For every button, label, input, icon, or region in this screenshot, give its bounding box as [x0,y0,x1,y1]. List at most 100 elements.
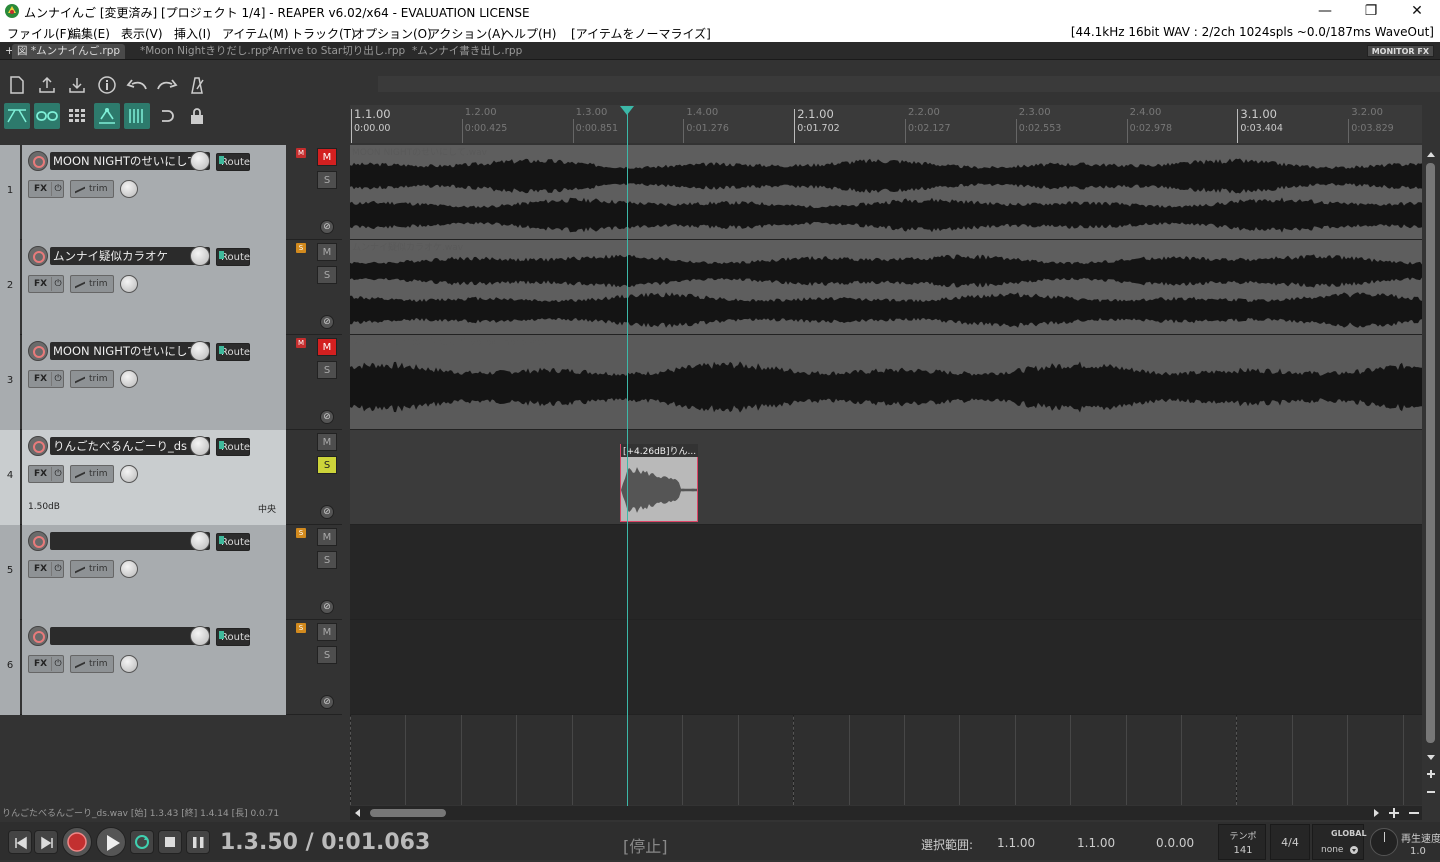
mute-button[interactable]: M [317,433,337,451]
route-button[interactable]: Route [216,533,250,551]
fx-bypass-icon[interactable]: ⏻ [51,467,64,481]
zoom-out-horizontal-icon[interactable] [1406,806,1422,820]
scroll-right-icon[interactable] [1370,806,1382,820]
phase-invert-button[interactable]: ⊘ [320,505,334,519]
fx-bypass-icon[interactable]: ⏻ [51,372,64,386]
pan-knob[interactable] [120,560,138,578]
zoom-in-vertical-icon[interactable] [1422,767,1440,781]
media-item[interactable]: ムンナイ疑似カラオケ.wav [350,240,1422,334]
track-header[interactable]: 2 ムンナイ疑似カラオケ Route FX ⏻ trim S M S ⊘ [0,240,342,335]
track-name-field[interactable]: MOON NIGHTのせいにして_ [50,342,210,360]
record-arm-button[interactable] [28,246,48,266]
zoom-in-horizontal-icon[interactable] [1386,806,1402,820]
tempo-box[interactable]: テンポ 141 [1218,824,1266,860]
track-envelope-indicator[interactable]: S [296,243,306,253]
ripple-edit-icon[interactable] [4,103,30,129]
solo-button[interactable]: S [317,266,337,284]
menu-view[interactable]: 表示(V) [121,25,163,42]
menu-track[interactable]: トラック(T) [291,25,356,42]
menu-help[interactable]: ヘルプ(H) [502,25,556,42]
track-panel[interactable]: ムンナイ疑似カラオケ Route FX ⏻ trim [22,240,286,335]
go-to-start-button[interactable] [8,830,32,854]
solo-button[interactable]: S [317,171,337,189]
mute-button[interactable]: M [317,623,337,641]
track-header[interactable]: 1 MOON NIGHTのせいにして Route FX ⏻ trim M M S ⊘ [0,145,342,240]
volume-knob[interactable] [190,341,210,361]
global-value[interactable]: none [1321,845,1343,855]
track-envelope-indicator[interactable]: M [296,338,306,348]
solo-button[interactable]: S [317,361,337,379]
track-lane[interactable]: MOON NIGHTのせいにして.wav [350,145,1422,240]
tab-project-2[interactable]: *Moon Nightきりだし.rpp [135,44,273,59]
track-lane[interactable] [350,620,1422,715]
trim-button[interactable]: trim [70,465,114,483]
vertical-scrollbar[interactable] [1422,145,1440,805]
redo-icon[interactable] [154,72,180,98]
new-project-icon[interactable] [4,72,30,98]
stop-button[interactable] [158,830,182,854]
track-number[interactable]: 5 [0,525,20,620]
track-header[interactable]: 3 MOON NIGHTのせいにして_ Route FX ⏻ trim M M S ⊘ [0,335,342,430]
fx-bypass-icon[interactable]: ⏻ [51,182,64,196]
track-panel[interactable]: りんごたべるんごーり_ds Route FX ⏻ trim 1.50dB 中央 [22,430,286,525]
fx-bypass-icon[interactable]: ⏻ [51,657,64,671]
track-name-field[interactable]: MOON NIGHTのせいにして [50,152,210,170]
pan-knob[interactable] [120,370,138,388]
playrate-knob[interactable] [1370,828,1398,856]
global-automation[interactable]: GLOBAL none [1312,824,1367,860]
media-item[interactable]: MOON NIGHTのせいにして.wav [350,145,1422,239]
trim-button[interactable]: trim [70,655,114,673]
open-project-icon[interactable] [34,72,60,98]
item-grouping-icon[interactable] [34,103,60,129]
mute-button[interactable]: M [317,338,337,356]
track-lane[interactable]: [+4.26dB]りん... [350,430,1422,525]
selection-length[interactable]: 0.0.00 [1156,836,1194,850]
track-panel[interactable]: Route FX ⏻ trim [22,620,286,715]
fx-bypass-icon[interactable]: ⏻ [51,277,64,291]
record-arm-button[interactable] [28,436,48,456]
menu-insert[interactable]: 挿入(I) [174,25,211,42]
playrate-control[interactable]: 再生速度 1.0 [1366,824,1440,860]
route-button[interactable]: Route [216,248,250,266]
snap-grid-icon[interactable] [64,103,90,129]
fx-button[interactable]: FX ⏻ [28,275,64,293]
volume-knob[interactable] [190,436,210,456]
envelope-follow-icon[interactable] [94,103,120,129]
selection-end[interactable]: 1.1.00 [1077,836,1115,850]
media-item[interactable]: [+4.26dB]りん... [620,444,699,522]
fx-bypass-icon[interactable]: ⏻ [51,562,64,576]
fx-button[interactable]: FX ⏻ [28,370,64,388]
scroll-down-icon[interactable] [1422,751,1440,765]
track-lane[interactable]: ムンナイ疑似カラオケ.wav [350,240,1422,335]
track-name-field[interactable]: ムンナイ疑似カラオケ [50,247,210,265]
track-panel[interactable]: Route FX ⏻ trim [22,525,286,620]
track-name-field[interactable] [50,627,210,645]
horizontal-scroll-thumb[interactable] [370,809,446,817]
track-panel[interactable]: MOON NIGHTのせいにして_ Route FX ⏻ trim [22,335,286,430]
tab-project-4[interactable]: *ムンナイ書き出し.rpp [407,44,527,59]
scroll-up-icon[interactable] [1422,147,1440,161]
solo-button[interactable]: S [317,646,337,664]
volume-knob[interactable] [190,246,210,266]
track-lane[interactable]: MOON NIGHTのせいにして_vo_ok_mono.wav [350,335,1422,430]
phase-invert-button[interactable]: ⊘ [320,695,334,709]
track-header[interactable]: 6 Route FX ⏻ trim S M S ⊘ [0,620,342,715]
track-header[interactable]: 4 りんごたべるんごーり_ds Route FX ⏻ trim 1.50dB 中央 M S ⊘ [0,430,342,525]
menu-file[interactable]: ファイル(F) [7,25,71,42]
trim-button[interactable]: trim [70,370,114,388]
horizontal-scrollbar[interactable] [350,806,1422,820]
dropdown-icon[interactable] [1349,845,1359,855]
track-number[interactable]: 4 [0,430,20,525]
fx-button[interactable]: FX ⏻ [28,560,64,578]
record-arm-button[interactable] [28,151,48,171]
track-name-field[interactable] [50,532,210,550]
solo-button[interactable]: S [317,456,337,474]
volume-knob[interactable] [190,626,210,646]
lock-icon[interactable] [184,103,210,129]
tab-project-1[interactable]: 図 *ムンナイんご.rpp [12,44,126,59]
track-envelope-indicator[interactable]: M [296,148,306,158]
menu-item[interactable]: アイテム(M) [222,25,289,42]
maximize-button[interactable]: ❐ [1348,0,1394,22]
phase-invert-button[interactable]: ⊘ [320,410,334,424]
pan-knob[interactable] [120,275,138,293]
